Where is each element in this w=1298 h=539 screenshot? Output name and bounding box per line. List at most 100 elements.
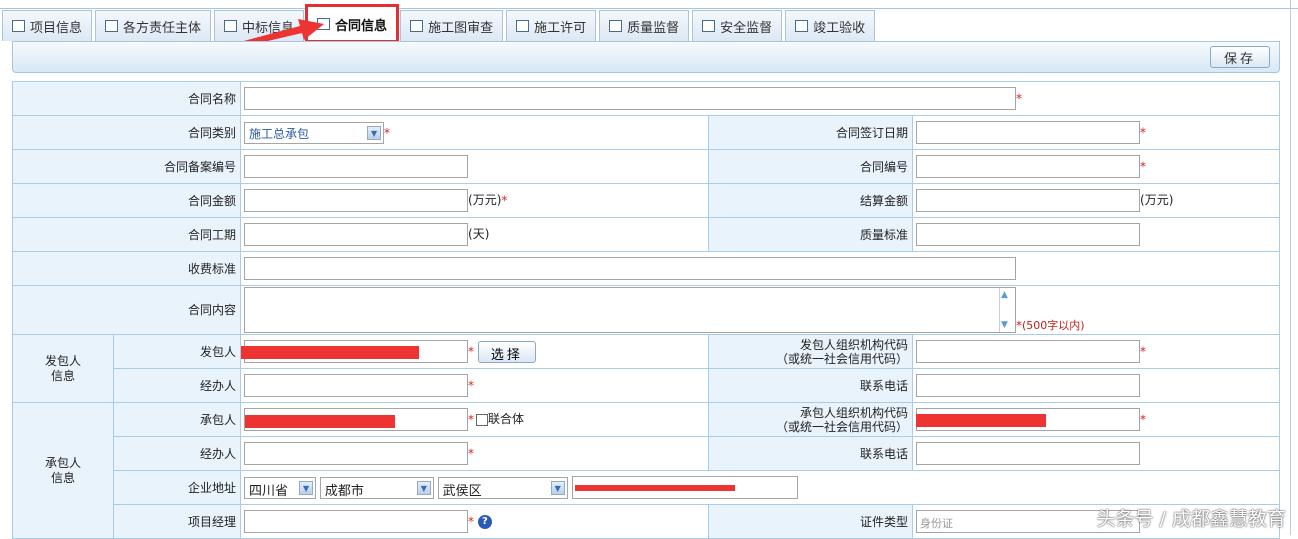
tab-label: 各方责任主体 [123, 20, 202, 36]
amount-unit: (万元) [468, 193, 502, 207]
contractor-phone-input[interactable] [916, 442, 1141, 465]
contractor-code-input[interactable] [916, 408, 1141, 431]
quality-input[interactable] [916, 223, 1141, 246]
city-select[interactable]: 成都市 ▼ [319, 476, 434, 499]
contract-type-select[interactable]: 施工总承包 ▼ [244, 121, 385, 144]
contractor-group-label: 承包人 信息 [12, 402, 114, 539]
employer-phone-input[interactable] [916, 374, 1141, 397]
content-textarea[interactable]: ▲ ▼ [244, 287, 1017, 333]
tab-permit[interactable]: 施工许可 [506, 10, 597, 41]
tab-label: 施工许可 [534, 20, 587, 36]
employer-code-label: 发包人组织机构代码 [800, 337, 909, 352]
tab-icon [795, 20, 809, 32]
province-value: 四川省 [249, 483, 289, 499]
scrollbar[interactable]: ▲ ▼ [999, 288, 1015, 332]
label-contractor-handler: 经办人 [112, 436, 242, 471]
tab-icon [12, 20, 25, 32]
contractor-handler-input[interactable] [244, 442, 469, 465]
tab-icon [702, 20, 716, 32]
district-value: 武侯区 [442, 483, 482, 499]
employer-group-label: 发包人 信息 [12, 334, 114, 403]
content-hint: (500字以内) [1022, 319, 1085, 332]
address-detail-input[interactable] [571, 476, 798, 499]
label-id-type: 证件类型 [708, 504, 914, 539]
contract-name-input[interactable] [244, 87, 1017, 110]
tab-label: 安全监督 [720, 20, 773, 36]
tab-bar: 项目信息 各方责任主体 中标信息 合同信息 施工图审查 施工许可 质量监督 安全… [0, 4, 876, 43]
save-button[interactable]: 保存 [1210, 46, 1270, 68]
district-select[interactable]: 武侯区 ▼ [437, 476, 568, 499]
tab-label: 合同信息 [335, 18, 388, 34]
city-value: 成都市 [324, 483, 364, 499]
tab-project-info[interactable]: 项目信息 [2, 10, 93, 41]
tab-label: 施工图审查 [428, 20, 494, 36]
tab-label: 质量监督 [627, 20, 680, 36]
label-contract-name: 合同名称 [11, 81, 242, 116]
label-settle: 结算金额 [708, 183, 914, 218]
label-address: 企业地址 [112, 470, 242, 505]
tab-icon [105, 20, 119, 32]
select-employer-button[interactable]: 选择 [477, 340, 536, 363]
scroll-up-icon[interactable]: ▲ [1001, 290, 1008, 300]
contractor-code-label: 承包人组织机构代码 [800, 405, 909, 420]
label-contractor-phone: 联系电话 [708, 436, 914, 471]
tab-bid-info[interactable]: 中标信息 [214, 10, 305, 41]
tab-parties[interactable]: 各方责任主体 [95, 10, 212, 41]
watermark: 头条号 / 成都鑫慧教育 [1096, 508, 1286, 530]
amount-input[interactable] [244, 189, 469, 212]
code-sub-label: （或统一社会信用代码） [776, 351, 909, 366]
tab-icon [410, 20, 424, 32]
province-select[interactable]: 四川省 ▼ [244, 476, 317, 499]
tab-icon [224, 20, 238, 32]
filing-no-input[interactable] [244, 155, 469, 178]
pm-input[interactable] [244, 510, 469, 533]
label-contract-no: 合同编号 [708, 149, 914, 184]
sign-date-input[interactable] [916, 121, 1141, 144]
required-mark: * [1016, 91, 1023, 106]
tab-label: 项目信息 [30, 20, 83, 36]
label-content: 合同内容 [11, 285, 242, 335]
help-icon[interactable]: ? [477, 514, 492, 529]
tab-label: 中标信息 [242, 20, 295, 36]
page-scrollbar[interactable] [1290, 0, 1298, 535]
redaction [916, 414, 1047, 427]
label-filing-no: 合同备案编号 [11, 149, 242, 184]
tab-contract-info[interactable]: 合同信息 [305, 4, 400, 43]
redaction [241, 346, 420, 359]
employer-input[interactable] [241, 340, 469, 363]
chevron-down-icon: ▼ [416, 480, 431, 495]
tab-label: 竣工验收 [813, 20, 866, 36]
chevron-down-icon: ▼ [367, 125, 382, 140]
label-employer-handler: 经办人 [112, 368, 242, 403]
label-amount: 合同金额 [11, 183, 242, 218]
label-quality: 质量标准 [708, 217, 914, 252]
employer-code-input[interactable] [916, 340, 1141, 363]
fee-input[interactable] [244, 257, 1017, 280]
employer-handler-input[interactable] [244, 374, 469, 397]
contract-form: 合同名称 * 合同类别 施工总承包 ▼ * 合同签订日期 * 合同备案编号 合同编号… [11, 81, 1280, 539]
period-input[interactable] [244, 223, 469, 246]
tab-quality[interactable]: 质量监督 [599, 10, 690, 41]
label-pm: 项目经理 [112, 504, 242, 539]
top-border [0, 0, 1298, 9]
tab-icon [516, 20, 530, 32]
settle-unit: (万元) [1140, 193, 1174, 207]
redaction [574, 485, 735, 491]
label-sign-date: 合同签订日期 [708, 115, 914, 150]
tab-drawing-review[interactable]: 施工图审查 [400, 10, 504, 41]
tab-icon [317, 18, 331, 30]
contractor-input[interactable] [244, 408, 469, 431]
contract-no-input[interactable] [916, 155, 1141, 178]
period-unit: (天) [468, 227, 490, 241]
scroll-down-icon[interactable]: ▼ [1001, 320, 1008, 330]
settle-input[interactable] [916, 189, 1141, 212]
label-contract-type: 合同类别 [11, 115, 242, 150]
contract-type-value: 施工总承包 [249, 126, 310, 141]
id-type-value: 身份证 [920, 517, 954, 530]
label-period: 合同工期 [11, 217, 242, 252]
tab-safety[interactable]: 安全监督 [692, 10, 783, 41]
tab-acceptance[interactable]: 竣工验收 [785, 10, 876, 41]
label-fee: 收费标准 [11, 251, 242, 286]
consortium-checkbox[interactable] [476, 413, 489, 426]
chevron-down-icon: ▼ [299, 480, 314, 495]
